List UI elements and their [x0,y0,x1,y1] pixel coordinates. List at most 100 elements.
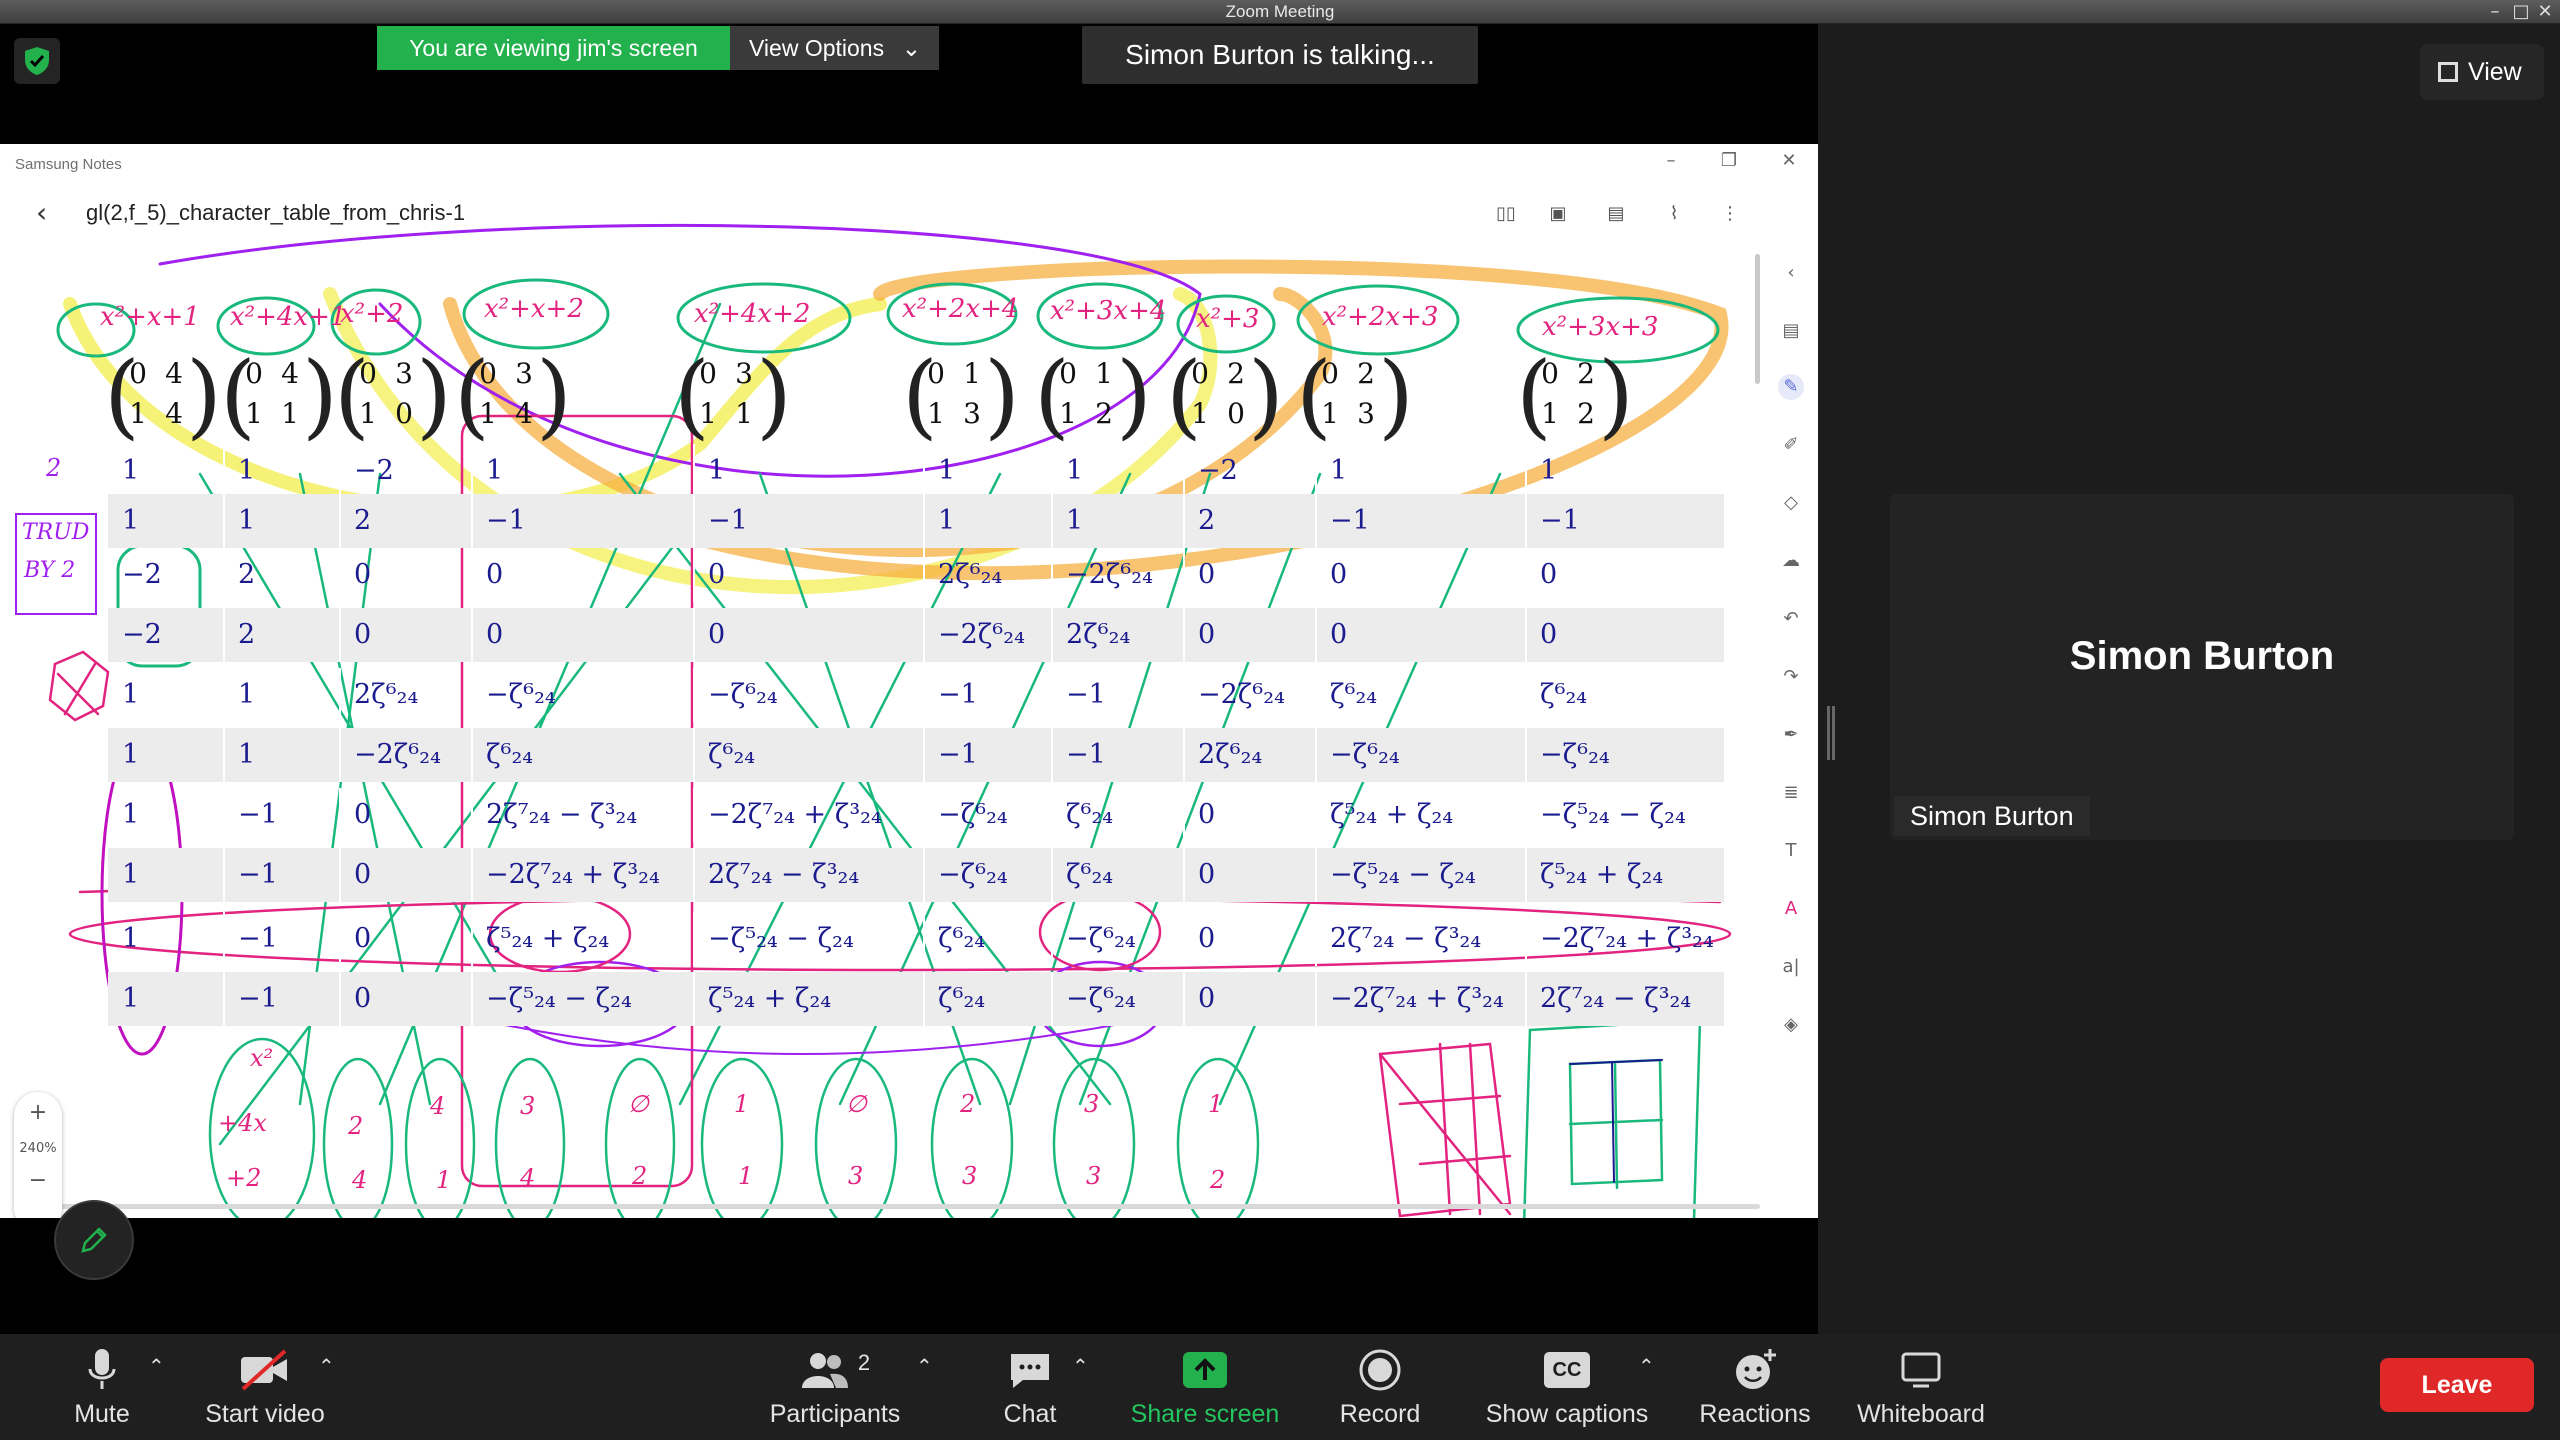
column-divider [1183,668,1185,722]
column-divider [693,848,695,902]
chat-button[interactable]: Chat [980,1344,1080,1429]
matrix-entry: 0 [1541,357,1559,390]
collapse-sidebar-icon[interactable]: ‹ [1778,260,1804,286]
column-divider [923,912,925,966]
lasso-icon[interactable]: ☁ [1778,548,1804,574]
whiteboard-button[interactable]: Whiteboard [1846,1344,1996,1429]
show-captions-button[interactable]: CC Show captions [1474,1344,1660,1429]
matrix-entry: 1 [927,397,945,430]
pen-tool-icon[interactable]: ✎ [1778,374,1804,400]
table-cell: 2ζ⁶₂₄ [1198,739,1263,770]
table-cell: ζ⁶₂₄ [486,739,534,770]
column-divider [339,444,341,498]
column-divider [923,608,925,662]
chat-caret-icon[interactable]: ⌃ [1072,1354,1089,1378]
matrix-entry: 0 [359,357,377,390]
matrix-entry: 1 [735,397,753,430]
zoom-out-button[interactable]: − [14,1156,62,1193]
view-options-button[interactable]: View Options ⌄ [730,26,939,70]
matrix-entry: 0 [1321,357,1339,390]
column-divider [1525,608,1527,662]
record-button[interactable]: Record [1330,1344,1430,1429]
share-screen-label: Share screen [1130,1400,1280,1428]
horizontal-scrollbar[interactable] [20,1204,1760,1209]
text-align-icon[interactable]: ≣ [1778,780,1804,806]
matrix-entry: 2 [1357,357,1375,390]
table-cell: ζ⁵₂₄ + ζ₂₄ [1330,799,1454,830]
shape-pen-icon[interactable]: ✒ [1778,722,1804,748]
participants-caret-icon[interactable]: ⌃ [916,1354,933,1378]
table-cell: −2 [122,619,162,650]
participant-video-tile[interactable]: Simon Burton Simon Burton [1890,494,2514,840]
table-cell: 0 [354,923,372,954]
audio-options-caret-icon[interactable]: ⌃ [148,1354,165,1378]
text-style-icon[interactable]: T [1778,838,1804,864]
table-cell: −2ζ⁷₂₄ + ζ³₂₄ [486,859,660,890]
zoom-in-button[interactable]: + [14,1092,62,1125]
table-cell: 1 [1540,455,1558,486]
shapes-icon[interactable]: ◈ [1778,1012,1804,1038]
table-cell: 1 [938,455,956,486]
handwritten-number: 3 [962,1162,978,1190]
column-divider [471,728,473,782]
table-cell: 1 [122,455,140,486]
column-divider [223,494,225,548]
matrix-entry: 2 [1095,397,1113,430]
column-divider [1051,728,1053,782]
column-divider [1183,548,1185,602]
column-divider [1315,788,1317,842]
pane-resize-handle[interactable] [1827,706,1835,760]
maximize-icon[interactable]: □ [2510,0,2532,24]
column-divider [1315,444,1317,498]
leave-button[interactable]: Leave [2380,1358,2534,1412]
participants-button[interactable]: 2 Participants [760,1344,910,1429]
matrix-entry: 3 [395,357,413,390]
eraser-icon[interactable]: ◇ [1778,490,1804,516]
table-cell: −ζ⁶₂₄ [1066,923,1136,954]
matrix-entry: 1 [1191,397,1209,430]
record-icon [1359,1349,1401,1391]
whiteboard-label: Whiteboard [1857,1400,1985,1428]
security-shield-icon[interactable] [14,38,60,84]
insert-text-icon[interactable]: a| [1778,954,1804,980]
vertical-scrollbar[interactable] [1755,254,1760,384]
column-divider [1525,444,1527,498]
color-picker-icon[interactable]: A [1778,896,1804,922]
share-screen-button[interactable]: Share screen [1120,1344,1290,1429]
reactions-button[interactable]: Reactions [1690,1344,1820,1429]
table-cell: 0 [354,983,372,1014]
column-divider [471,668,473,722]
viewing-screen-banner: You are viewing jim's screen [377,26,730,70]
captions-caret-icon[interactable]: ⌃ [1638,1354,1655,1378]
video-options-caret-icon[interactable]: ⌃ [318,1354,335,1378]
column-divider [223,848,225,902]
column-divider [339,668,341,722]
column-divider [339,912,341,966]
matrix-entry: 0 [479,357,497,390]
matrix-entry: 2 [1227,357,1245,390]
close-icon[interactable]: ✕ [2534,0,2556,24]
column-divider [1051,912,1053,966]
table-row: 1 −1 0 ζ⁵₂₄ + ζ₂₄ −ζ⁵₂₄ − ζ₂₄ ζ⁶₂₄ −ζ⁶₂₄ 0 2ζ⁷₂₄… [108,912,1724,966]
text-mode-icon[interactable]: ▤ [1778,318,1804,344]
table-cell: −ζ⁶₂₄ [708,679,778,710]
column-divider [1525,848,1527,902]
participant-name-large: Simon Burton [2069,634,2335,678]
column-divider [1183,494,1185,548]
column-matrix: () 0 2 1 3 [1296,350,1414,442]
column-divider [1315,668,1317,722]
pink-hex-doodle [48,650,110,722]
view-layout-button[interactable]: View [2420,44,2544,100]
table-cell: 1 [938,505,956,536]
table-cell: −2ζ⁶₂₄ [938,619,1025,650]
column-divider [1051,788,1053,842]
highlighter-icon[interactable]: ✐ [1778,432,1804,458]
minimize-icon[interactable]: – [2484,0,2506,24]
annotate-pencil-button[interactable] [54,1200,134,1280]
redo-icon[interactable]: ↷ [1778,664,1804,690]
matrix-entry: 0 [1227,397,1245,430]
reactions-smiley-icon [1736,1349,1776,1389]
column-divider [1315,494,1317,548]
undo-icon[interactable]: ↶ [1778,606,1804,632]
mute-button[interactable]: Mute [52,1344,152,1429]
